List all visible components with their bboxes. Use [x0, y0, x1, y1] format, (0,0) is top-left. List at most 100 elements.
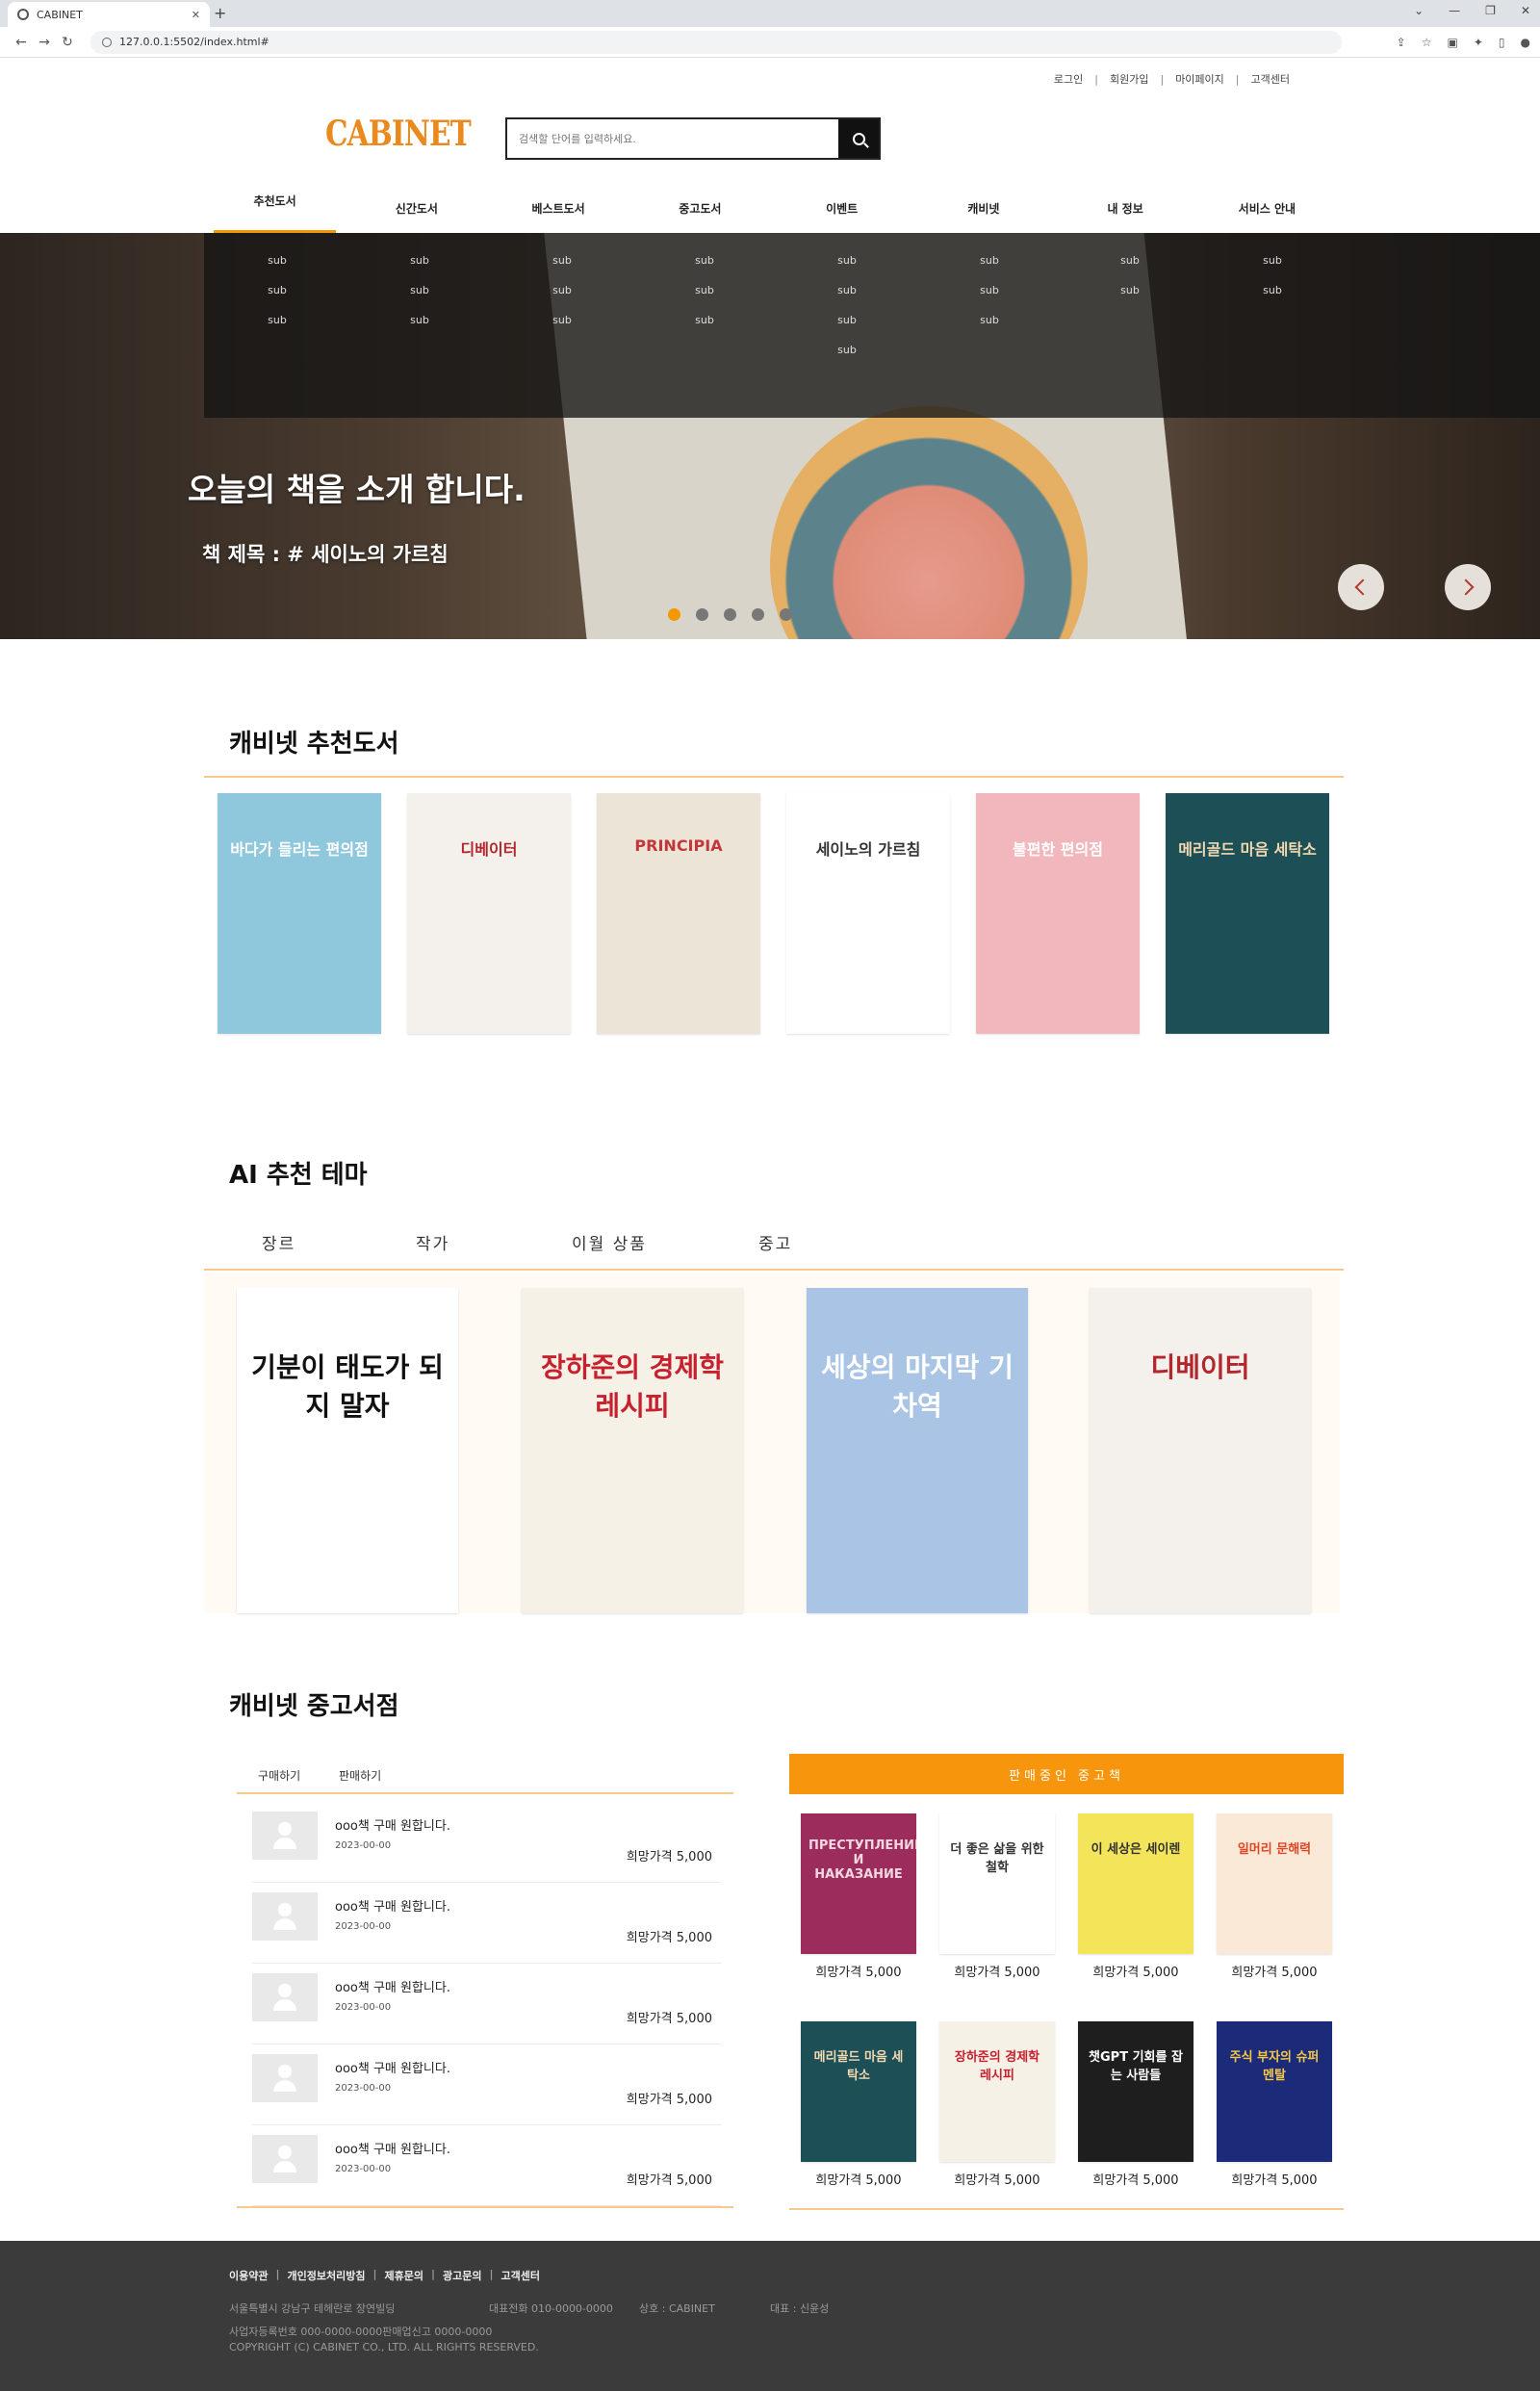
- puzzle-icon[interactable]: ✦: [1474, 36, 1483, 49]
- url-field[interactable]: 127.0.0.1:5502/index.html#: [90, 30, 1342, 54]
- ai-tab-used[interactable]: 중고: [758, 1230, 792, 1254]
- nav-used[interactable]: 중고도서: [629, 181, 771, 233]
- privacy-link[interactable]: 개인정보처리방침: [288, 2268, 366, 2283]
- ad-inquiry-link[interactable]: 광고문의: [443, 2268, 481, 2283]
- dropdown-sub-item[interactable]: sub: [410, 284, 429, 296]
- ai-tab-genre[interactable]: 장르: [262, 1230, 295, 1254]
- dropdown-sub-item[interactable]: sub: [695, 254, 714, 267]
- share-icon[interactable]: ⇪: [1397, 36, 1406, 49]
- terms-link[interactable]: 이용약관: [229, 2268, 268, 2283]
- dropdown-sub-item[interactable]: sub: [695, 314, 714, 326]
- reload-icon[interactable]: ↻: [56, 35, 79, 50]
- slide-dot[interactable]: [668, 608, 680, 621]
- nav-myinfo[interactable]: 내 정보: [1055, 181, 1196, 233]
- recommend-book-cover[interactable]: 세이노의 가르침: [786, 793, 950, 1034]
- login-link[interactable]: 로그인: [1054, 71, 1083, 87]
- dropdown-sub-item[interactable]: sub: [552, 314, 572, 326]
- slide-dot[interactable]: [780, 608, 792, 621]
- star-icon[interactable]: ☆: [1422, 36, 1432, 49]
- logo[interactable]: CABINET: [325, 114, 472, 154]
- dropdown-sub-item[interactable]: sub: [410, 254, 429, 267]
- used-request-row[interactable]: ooo책 구매 원합니다. 2023-00-00 희망가격 5,000: [252, 2044, 722, 2125]
- dropdown-sub-item[interactable]: sub: [980, 284, 999, 296]
- profile-icon[interactable]: ●: [1521, 36, 1530, 49]
- on-sale-book-cover[interactable]: 챗GPT 기회를 잡는 사람들: [1078, 2021, 1194, 2162]
- dropdown-sub-item[interactable]: sub: [837, 254, 857, 267]
- ai-book-cover[interactable]: 세상의 마지막 기차역: [807, 1288, 1028, 1613]
- restore-icon[interactable]: ❐: [1485, 4, 1496, 17]
- used-request-row[interactable]: ooo책 구매 원합니다. 2023-00-00 희망가격 5,000: [252, 1802, 722, 1883]
- dropdown-sub-item[interactable]: sub: [980, 314, 999, 326]
- mypage-link[interactable]: 마이페이지: [1175, 71, 1224, 87]
- nav-new[interactable]: 신간도서: [346, 181, 487, 233]
- chevron-down-icon[interactable]: ⌄: [1414, 4, 1424, 17]
- nav-best[interactable]: 베스트도서: [488, 181, 629, 233]
- recommend-book-cover[interactable]: 불편한 편의점: [976, 793, 1140, 1034]
- nav-service[interactable]: 서비스 안내: [1196, 181, 1338, 233]
- back-icon[interactable]: ←: [10, 35, 33, 50]
- new-tab-icon[interactable]: +: [214, 4, 226, 22]
- dropdown-sub-item[interactable]: sub: [268, 254, 287, 267]
- prev-slide-button[interactable]: [1338, 564, 1384, 610]
- recommend-book-cover[interactable]: 메리골드 마음 세탁소: [1166, 793, 1329, 1034]
- search-input[interactable]: [507, 119, 838, 158]
- on-sale-book-cover[interactable]: 이 세상은 세이렌: [1078, 1813, 1194, 1954]
- partnership-link[interactable]: 제휴문의: [385, 2268, 424, 2283]
- close-icon[interactable]: ✕: [192, 9, 200, 21]
- on-sale-book-cover[interactable]: 메리골드 마음 세탁소: [801, 2021, 916, 2162]
- on-sale-book-cover[interactable]: 장하준의 경제학 레시피: [939, 2021, 1055, 2162]
- dropdown-sub-item[interactable]: sub: [837, 344, 857, 356]
- ai-tab-author[interactable]: 작가: [416, 1230, 449, 1254]
- ai-book-cover[interactable]: 디베이터: [1090, 1288, 1311, 1613]
- ai-tab-carryover[interactable]: 이월 상품: [572, 1230, 647, 1254]
- recommend-book-cover[interactable]: 디베이터: [407, 793, 571, 1034]
- search-button[interactable]: [838, 119, 879, 158]
- request-price: 희망가격 5,000: [626, 2012, 712, 2026]
- browser-tab[interactable]: CABINET ✕: [8, 2, 210, 27]
- dropdown-sub-item[interactable]: sub: [1120, 254, 1140, 267]
- footer-customer-center-link[interactable]: 고객센터: [501, 2268, 540, 2283]
- minimize-icon[interactable]: —: [1449, 4, 1460, 17]
- request-date: 2023-00-00: [335, 2083, 392, 2094]
- forward-icon[interactable]: →: [33, 35, 56, 50]
- used-request-row[interactable]: ooo책 구매 원합니다. 2023-00-00 희망가격 5,000: [252, 1964, 722, 2044]
- used-request-row[interactable]: ooo책 구매 원합니다. 2023-00-00 희망가격 5,000: [252, 1883, 722, 1964]
- dropdown-sub-item[interactable]: sub: [410, 314, 429, 326]
- dropdown-sub-item[interactable]: sub: [1120, 284, 1140, 296]
- recommend-book-cover[interactable]: 바다가 들리는 편의점: [218, 793, 381, 1034]
- recommend-book-cover[interactable]: PRINCIPIA: [597, 793, 760, 1034]
- on-sale-book-price: 희망가격 5,000: [1092, 2173, 1179, 2188]
- close-window-icon[interactable]: ✕: [1521, 4, 1530, 17]
- on-sale-book-cover[interactable]: 더 좋은 삶을 위한 철학: [939, 1813, 1055, 1954]
- nav-recommend[interactable]: 추천도서: [204, 181, 346, 233]
- dropdown-sub-item[interactable]: sub: [268, 284, 287, 296]
- dropdown-sub-item[interactable]: sub: [552, 284, 572, 296]
- signup-link[interactable]: 회원가입: [1110, 71, 1148, 87]
- slide-dot[interactable]: [724, 608, 736, 621]
- used-request-row[interactable]: ooo책 구매 원합니다. 2023-00-00 희망가격 5,000: [252, 2125, 722, 2206]
- on-sale-book-cover[interactable]: 주식 부자의 슈퍼 멘탈: [1217, 2021, 1332, 2162]
- dropdown-sub-item[interactable]: sub: [552, 254, 572, 267]
- dropdown-sub-item[interactable]: sub: [1263, 254, 1282, 267]
- extension-icon[interactable]: ▣: [1448, 36, 1458, 49]
- nav-event[interactable]: 이벤트: [771, 181, 912, 233]
- sidebar-icon[interactable]: ▯: [1499, 36, 1505, 49]
- dropdown-sub-item[interactable]: sub: [695, 284, 714, 296]
- slide-dot[interactable]: [696, 608, 708, 621]
- slide-dot[interactable]: [752, 608, 764, 621]
- buy-tab[interactable]: 구매하기: [258, 1767, 300, 1784]
- nav-cabinet[interactable]: 캐비넷: [912, 181, 1054, 233]
- user-icon-body: [273, 2161, 296, 2172]
- dropdown-sub-item[interactable]: sub: [1263, 284, 1282, 296]
- ai-book-cover[interactable]: 기분이 태도가 되지 말자: [237, 1288, 458, 1613]
- dropdown-sub-item[interactable]: sub: [980, 254, 999, 267]
- dropdown-sub-item[interactable]: sub: [837, 284, 857, 296]
- on-sale-book-cover[interactable]: ПРЕСТУПЛЕНИЕ И НАКАЗАНИЕ: [801, 1813, 916, 1954]
- sell-tab[interactable]: 판매하기: [339, 1767, 381, 1784]
- dropdown-sub-item[interactable]: sub: [837, 314, 857, 326]
- ai-book-cover[interactable]: 장하준의 경제학 레시피: [522, 1288, 743, 1613]
- dropdown-sub-item[interactable]: sub: [268, 314, 287, 326]
- on-sale-book-cover[interactable]: 일머리 문해력: [1217, 1813, 1332, 1954]
- customer-center-link[interactable]: 고객센터: [1251, 71, 1290, 87]
- next-slide-button[interactable]: [1445, 564, 1491, 610]
